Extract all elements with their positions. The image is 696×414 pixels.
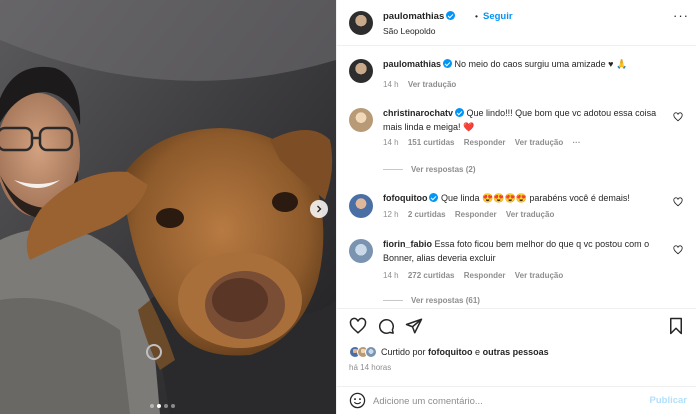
comment-username[interactable]: fiorin_fabio (383, 239, 432, 249)
comment-likes[interactable]: 151 curtidas (408, 138, 455, 147)
photo-man-and-dog (0, 0, 336, 414)
carousel-dot-active (157, 404, 161, 408)
comment-christinarochatv: christinarochatv Que lindo!!! Que bom qu… (383, 107, 665, 134)
comment-avatar-christinarochatv[interactable] (349, 108, 373, 132)
carousel-next-button[interactable] (310, 200, 328, 218)
comment-text: Que linda 😍😍😍😍 parabéns você é demais! (441, 193, 630, 203)
comment-like-heart-icon[interactable] (673, 245, 683, 255)
comment-meta: 12 h 2 curtidas Responder Ver tradução (383, 210, 561, 219)
reply-button[interactable]: Responder (464, 138, 506, 147)
liked-by-user[interactable]: fofoquitoo (428, 347, 472, 357)
comment-like-heart-icon[interactable] (673, 112, 683, 122)
post-timestamp[interactable]: há 14 horas (349, 363, 391, 372)
verified-badge-icon (446, 11, 456, 20)
carousel-indicators (150, 404, 175, 408)
follow-button[interactable]: Seguir (483, 11, 513, 22)
comment-fofoquitoo: fofoquitoo Que linda 😍😍😍😍 parabéns você … (383, 192, 665, 206)
instagram-post-modal: paulomathias • Seguir São Leopoldo ··· p… (0, 0, 696, 414)
liked-by-prefix: Curtido por (381, 347, 426, 357)
liked-by-summary: Curtido por fofoquitoo e outras pessoas (381, 347, 549, 357)
caption-time: 14 h (383, 80, 399, 89)
translate-link[interactable]: Ver tradução (506, 210, 554, 219)
post-side-panel: paulomathias • Seguir São Leopoldo ··· p… (336, 0, 696, 414)
share-icon[interactable] (405, 317, 423, 335)
translate-link[interactable]: Ver tradução (515, 138, 563, 147)
liker-avatar (365, 346, 377, 358)
post-image[interactable] (0, 0, 336, 414)
reply-button[interactable]: Responder (455, 210, 497, 219)
caption-emoji: 🙏 (615, 59, 628, 69)
publish-button[interactable]: Publicar (650, 395, 688, 406)
like-heart-icon[interactable] (349, 317, 367, 335)
post-caption: paulomathias No meio do caos surgiu uma … (383, 58, 673, 72)
comment-fiorin-fabio: fiorin_fabio Essa foto ficou bem melhor … (383, 238, 665, 265)
author-avatar[interactable] (349, 11, 373, 35)
comment-more-icon[interactable]: ··· (572, 138, 580, 147)
comment-meta: 14 h 272 curtidas Responder Ver tradução (383, 271, 570, 280)
verified-badge-icon (455, 108, 465, 117)
liked-by-connector: e (475, 347, 481, 357)
add-comment-bar: Publicar (337, 386, 696, 414)
verified-badge-icon (429, 193, 439, 202)
author-username-row: paulomathias (383, 11, 456, 22)
emoji-icon[interactable] (349, 392, 366, 409)
comment-username[interactable]: fofoquitoo (383, 193, 427, 203)
verified-badge-icon (443, 59, 453, 68)
caption-text: No meio do caos surgiu uma amizade ♥ (454, 59, 614, 69)
comment-avatar-fofoquitoo[interactable] (349, 194, 373, 218)
post-actions: Curtido por fofoquitoo e outras pessoas … (337, 308, 696, 394)
comment-username[interactable]: christinarochatv (383, 108, 453, 118)
caption-username[interactable]: paulomathias (383, 59, 441, 69)
post-header: paulomathias • Seguir São Leopoldo ··· (337, 0, 696, 46)
author-username[interactable]: paulomathias (383, 11, 444, 22)
post-location[interactable]: São Leopoldo (383, 26, 435, 36)
comment-time: 14 h (383, 138, 399, 147)
chevron-right-icon (317, 205, 322, 213)
separator-dot: • (475, 11, 478, 21)
caption-translate-link[interactable]: Ver tradução (408, 80, 456, 89)
view-replies-button[interactable]: Ver respostas (61) (383, 296, 480, 305)
comment-avatar-fiorin-fabio[interactable] (349, 239, 373, 263)
more-options-icon[interactable]: ··· (673, 8, 689, 23)
comment-likes[interactable]: 272 curtidas (408, 271, 455, 280)
carousel-dot (164, 404, 168, 408)
reply-button[interactable]: Responder (464, 271, 506, 280)
comments-list: paulomathias No meio do caos surgiu uma … (337, 46, 696, 308)
comment-input[interactable] (373, 393, 623, 409)
comment-meta: 14 h 151 curtidas Responder Ver tradução… (383, 138, 587, 147)
caption-meta: 14 h Ver tradução (383, 80, 463, 89)
translate-link[interactable]: Ver tradução (515, 271, 563, 280)
bookmark-icon[interactable] (667, 317, 685, 335)
carousel-dot (150, 404, 154, 408)
liked-by-others[interactable]: outras pessoas (483, 347, 549, 357)
comment-likes[interactable]: 2 curtidas (408, 210, 446, 219)
carousel-dot (171, 404, 175, 408)
comment-like-heart-icon[interactable] (673, 197, 683, 207)
comment-time: 12 h (383, 210, 399, 219)
caption-avatar[interactable] (349, 59, 373, 83)
comment-icon[interactable] (377, 317, 395, 335)
view-replies-button[interactable]: Ver respostas (2) (383, 165, 475, 174)
comment-time: 14 h (383, 271, 399, 280)
